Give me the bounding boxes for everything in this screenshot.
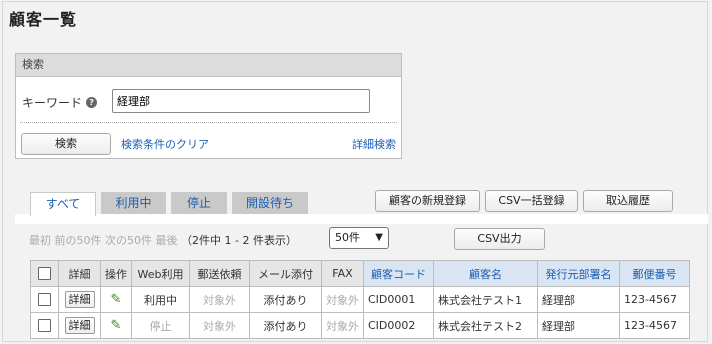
per-page-select[interactable]: 50件 ▼ — [329, 227, 389, 249]
import-history-button[interactable]: 取込履歴 — [583, 190, 673, 212]
keyword-input[interactable] — [112, 89, 370, 113]
per-page-value: 50件 — [335, 231, 360, 244]
page-title: 顧客一覧 — [9, 10, 78, 29]
row-checkbox[interactable] — [38, 319, 51, 333]
zip-cell: 123-4567 — [619, 312, 690, 339]
action-cell: ✎ — [100, 312, 132, 339]
pager-next: 次の50件 — [105, 234, 152, 247]
dept-cell: 経理部 — [537, 312, 620, 339]
tab-pending[interactable]: 開設待ち — [232, 192, 308, 214]
clear-search-link[interactable]: 検索条件のクリア — [121, 136, 209, 152]
code-cell: CID0002 — [363, 312, 434, 339]
col-zip-sort[interactable]: 郵便番号 — [619, 260, 690, 287]
zip-cell: 123-4567 — [619, 286, 690, 313]
col-email: メール添付 — [249, 260, 322, 287]
detail-cell: 詳細 — [58, 286, 101, 313]
name-cell: 株式会社テスト2 — [433, 312, 538, 339]
col-mail: 郵送依頼 — [189, 260, 250, 287]
select-all-checkbox[interactable] — [38, 267, 51, 281]
code-cell: CID0001 — [363, 286, 434, 313]
col-code-sort[interactable]: 顧客コード — [363, 260, 434, 287]
email-cell: 添付あり — [249, 286, 322, 313]
tab-content-panel — [15, 214, 708, 224]
keyword-label: キーワード ? — [22, 94, 98, 111]
fax-cell: 対象外 — [321, 286, 364, 313]
divider — [20, 122, 397, 123]
table-row: 詳細 ✎ 利用中 対象外 添付あり 対象外 CID0001 株式会社テスト1 経… — [30, 286, 690, 313]
search-panel-header: 検索 — [16, 54, 401, 77]
pencil-icon[interactable]: ✎ — [111, 318, 122, 333]
col-name-sort[interactable]: 顧客名 — [433, 260, 538, 287]
action-cell: ✎ — [100, 286, 132, 313]
tab-all[interactable]: すべて — [30, 192, 96, 216]
col-web: Web利用 — [131, 260, 190, 287]
mail-cell: 対象外 — [189, 312, 250, 339]
tab-stopped[interactable]: 停止 — [171, 192, 227, 214]
help-icon[interactable]: ? — [86, 97, 98, 108]
csv-output-button[interactable]: CSV出力 — [454, 228, 545, 250]
detail-button[interactable]: 詳細 — [64, 317, 95, 334]
fax-cell: 対象外 — [321, 312, 364, 339]
chevron-down-icon: ▼ — [375, 232, 383, 243]
pager-first: 最初 — [29, 234, 51, 247]
mail-cell: 対象外 — [189, 286, 250, 313]
search-panel: 検索 キーワード ? 検索 検索条件のクリア 詳細検索 — [15, 53, 402, 159]
col-action: 操作 — [100, 260, 132, 287]
table-row: 詳細 ✎ 停止 対象外 添付あり 対象外 CID0002 株式会社テスト2 経理… — [30, 312, 690, 339]
detail-button[interactable]: 詳細 — [64, 291, 95, 308]
pager-count: （2件中 1 - 2 件表示） — [181, 234, 297, 247]
table-header-row: 詳細 操作 Web利用 郵送依頼 メール添付 FAX 顧客コード 顧客名 発行元… — [30, 260, 690, 287]
row-checkbox[interactable] — [38, 293, 51, 307]
tab-active[interactable]: 利用中 — [101, 192, 166, 214]
detail-cell: 詳細 — [58, 312, 101, 339]
customer-table: 詳細 操作 Web利用 郵送依頼 メール添付 FAX 顧客コード 顧客名 発行元… — [30, 260, 690, 339]
pencil-icon[interactable]: ✎ — [111, 292, 122, 307]
email-cell: 添付あり — [249, 312, 322, 339]
col-fax: FAX — [321, 260, 364, 287]
select-all-header — [30, 260, 59, 287]
col-detail: 詳細 — [58, 260, 101, 287]
col-dept-sort[interactable]: 発行元部署名 — [537, 260, 620, 287]
dept-cell: 経理部 — [537, 286, 620, 313]
keyword-label-text: キーワード — [22, 96, 83, 110]
web-cell: 利用中 — [131, 286, 190, 313]
web-cell: 停止 — [131, 312, 190, 339]
row-select-cell — [30, 312, 59, 339]
row-select-cell — [30, 286, 59, 313]
name-cell: 株式会社テスト1 — [433, 286, 538, 313]
csv-bulk-register-button[interactable]: CSV一括登録 — [485, 190, 578, 212]
advanced-search-link[interactable]: 詳細検索 — [352, 136, 396, 152]
pager: 最初 前の50件 次の50件 最後 （2件中 1 - 2 件表示） — [29, 232, 297, 248]
search-button[interactable]: 検索 — [21, 133, 111, 155]
pager-prev: 前の50件 — [54, 234, 102, 247]
new-customer-button[interactable]: 顧客の新規登録 — [375, 190, 480, 212]
pager-last: 最後 — [155, 234, 178, 247]
